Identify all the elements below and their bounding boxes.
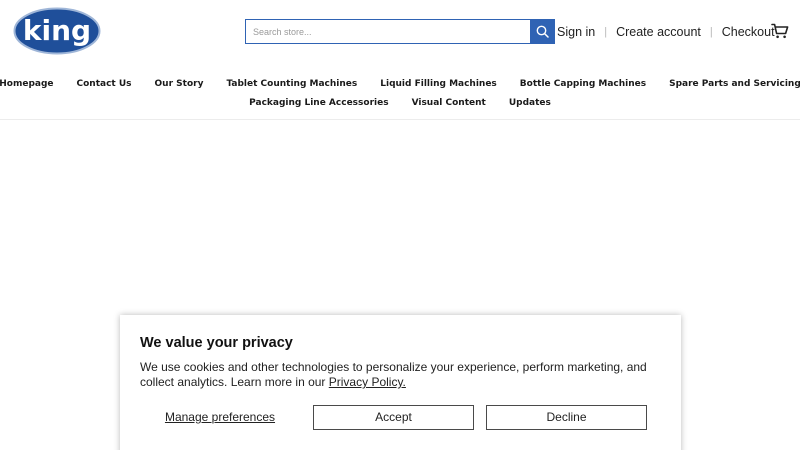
nav-row-2: Packaging Line Accessories Visual Conten… — [0, 93, 800, 112]
nav-item-updates[interactable]: Updates — [509, 98, 551, 108]
consent-body: We use cookies and other technologies to… — [140, 360, 650, 390]
privacy-policy-link[interactable]: Privacy Policy. — [329, 375, 406, 389]
nav-row-1: Homepage Contact Us Our Story Tablet Cou… — [0, 74, 800, 93]
search-input[interactable] — [245, 19, 531, 44]
search-icon — [536, 25, 549, 38]
nav-item-bottle-capping-machines[interactable]: Bottle Capping Machines — [520, 79, 646, 89]
sign-in-link[interactable]: Sign in — [557, 25, 595, 39]
create-account-link[interactable]: Create account — [616, 25, 701, 39]
logo-text: king — [23, 14, 91, 47]
nav-item-spare-parts-and-servicing[interactable]: Spare Parts and Servicing — [669, 79, 800, 89]
separator: | — [709, 26, 713, 38]
nav-item-tablet-counting-machines[interactable]: Tablet Counting Machines — [226, 79, 357, 89]
account-links: Sign in | Create account | Checkout — [557, 24, 775, 40]
site-header: king Sign in | Create account | Checkout… — [0, 0, 800, 120]
nav-item-our-story[interactable]: Our Story — [155, 79, 204, 89]
accept-button[interactable]: Accept — [313, 405, 474, 430]
consent-title: We value your privacy — [140, 335, 293, 351]
search-bar — [245, 19, 555, 44]
nav-item-homepage[interactable]: Homepage — [0, 79, 54, 89]
separator: | — [604, 26, 608, 38]
checkout-link[interactable]: Checkout — [722, 25, 775, 39]
decline-button[interactable]: Decline — [486, 405, 647, 430]
nav-item-visual-content[interactable]: Visual Content — [412, 98, 486, 108]
nav-item-packaging-line-accessories[interactable]: Packaging Line Accessories — [249, 98, 388, 108]
nav-item-liquid-filling-machines[interactable]: Liquid Filling Machines — [380, 79, 497, 89]
manage-preferences-link[interactable]: Manage preferences — [140, 405, 300, 430]
main-nav: Homepage Contact Us Our Story Tablet Cou… — [0, 74, 800, 112]
king-logo[interactable]: king — [13, 7, 101, 55]
cart-icon[interactable] — [771, 23, 789, 39]
search-button[interactable] — [530, 19, 555, 44]
nav-item-contact-us[interactable]: Contact Us — [77, 79, 132, 89]
